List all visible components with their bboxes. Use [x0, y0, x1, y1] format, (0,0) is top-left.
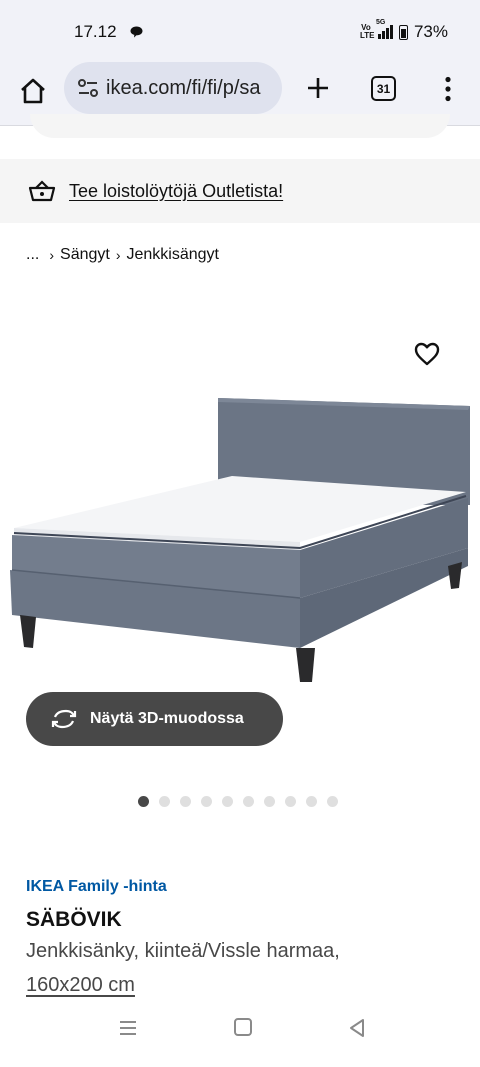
- view-3d-button[interactable]: Näytä 3D-muodossa: [26, 692, 283, 746]
- status-bar: 17.12 Vo LTE 5G 73%: [0, 0, 480, 62]
- carousel-dot[interactable]: [306, 796, 317, 807]
- status-time: 17.12: [74, 22, 117, 41]
- tab-count: 31: [376, 81, 391, 96]
- carousel-dot[interactable]: [285, 796, 296, 807]
- carousel-dot[interactable]: [138, 796, 149, 807]
- view-3d-label: Näytä 3D-muodossa: [90, 710, 244, 727]
- family-price-label: IKEA Family -hinta: [26, 878, 167, 895]
- new-tab-button[interactable]: [302, 72, 334, 104]
- breadcrumb-item-sangyt[interactable]: Sängyt: [60, 246, 110, 264]
- plus-icon: [308, 78, 328, 98]
- favourite-button[interactable]: [412, 340, 442, 368]
- product-description: Jenkkisänky, kiinteä/Vissle harmaa,: [26, 940, 340, 962]
- search-field-edge[interactable]: [30, 114, 450, 138]
- chevron-right-icon: ›: [115, 247, 121, 263]
- carousel-dot[interactable]: [243, 796, 254, 807]
- carousel-dot[interactable]: [264, 796, 275, 807]
- address-bar[interactable]: ikea.com/fi/fi/p/sa: [64, 62, 282, 114]
- system-nav-bar: [0, 1005, 480, 1067]
- home-icon: [21, 78, 45, 104]
- network-type: 5G: [375, 19, 386, 26]
- carousel-dot[interactable]: [159, 796, 170, 807]
- outlet-link[interactable]: Tee loistolöytöjä Outletista!: [69, 181, 283, 202]
- rotate-3d-icon: [51, 709, 77, 729]
- battery-icon: [398, 24, 408, 40]
- tabs-button[interactable]: 31: [371, 76, 396, 101]
- carousel-dot[interactable]: [222, 796, 233, 807]
- product-size-link[interactable]: 160x200 cm: [26, 974, 135, 997]
- shopping-basket-icon: [28, 180, 56, 202]
- heart-icon: [414, 342, 440, 366]
- kebab-menu-icon: [445, 76, 451, 102]
- recents-icon[interactable]: [118, 1019, 138, 1037]
- home-nav-icon[interactable]: [234, 1018, 252, 1036]
- volte-indicator: Vo LTE: [359, 23, 375, 40]
- carousel-dot[interactable]: [327, 796, 338, 807]
- browser-menu-button[interactable]: [436, 74, 460, 104]
- url-text[interactable]: ikea.com/fi/fi/p/sa: [106, 77, 261, 100]
- battery-percent: 73%: [413, 22, 448, 41]
- breadcrumb-item-jenkkisangyt[interactable]: Jenkkisängyt: [127, 246, 220, 264]
- product-image[interactable]: [0, 330, 480, 690]
- chevron-right-icon: ›: [49, 247, 55, 263]
- carousel-dot[interactable]: [201, 796, 212, 807]
- signal-icon: 5G: [376, 19, 393, 39]
- back-icon[interactable]: [348, 1018, 366, 1038]
- breadcrumb: ... › Sängyt › Jenkkisängyt: [26, 246, 219, 264]
- breadcrumb-ellipsis[interactable]: ...: [26, 246, 39, 264]
- home-button[interactable]: [16, 74, 50, 108]
- status-indicators: Vo LTE 5G 73%: [359, 19, 448, 42]
- carousel-dot[interactable]: [180, 796, 191, 807]
- message-icon: [130, 26, 143, 38]
- outlet-banner[interactable]: Tee loistolöytöjä Outletista!: [0, 159, 480, 223]
- tune-icon[interactable]: [76, 76, 100, 100]
- image-carousel-dots[interactable]: [138, 796, 338, 807]
- product-name: SÄBÖVIK: [26, 908, 122, 931]
